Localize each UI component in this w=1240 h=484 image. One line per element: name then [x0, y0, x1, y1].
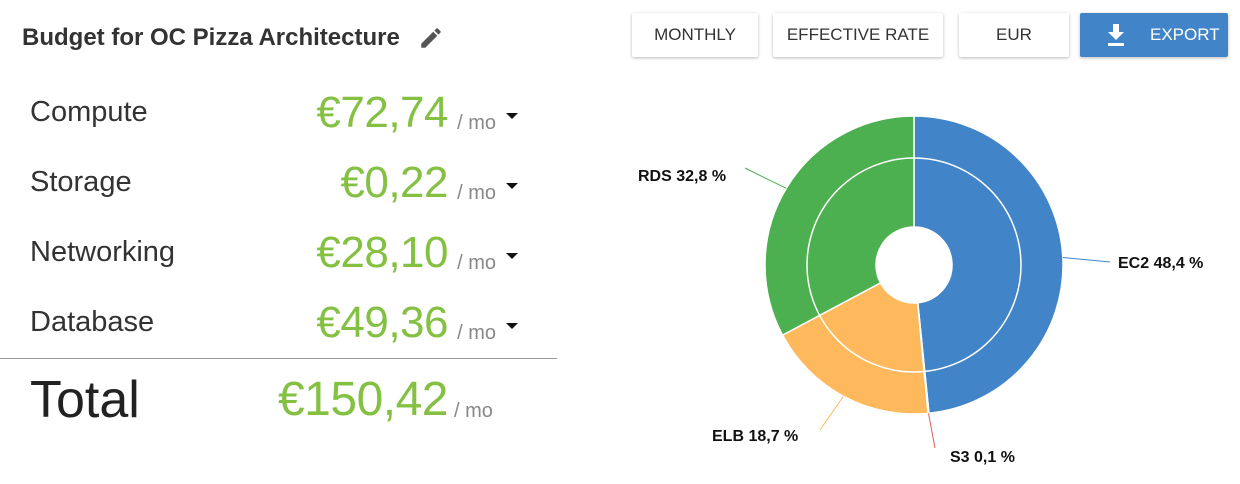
caret-down-icon[interactable]	[504, 318, 520, 334]
row-label: Networking	[30, 236, 176, 268]
export-button[interactable]: EXPORT	[1080, 13, 1228, 57]
budget-row-storage: Storage €0,22 / mo	[30, 148, 520, 218]
row-value: €28,10	[316, 228, 448, 277]
export-label: EXPORT	[1150, 25, 1220, 44]
monthly-button[interactable]: MONTHLY	[632, 13, 758, 57]
total-unit: / mo	[454, 400, 493, 422]
budget-rows: Compute €72,74 / mo Storage €0,22 / mo N…	[30, 78, 520, 358]
row-value: €49,36	[316, 298, 448, 347]
caret-down-icon[interactable]	[504, 178, 520, 194]
leader-line-elb	[819, 395, 844, 431]
row-value: €72,74	[316, 88, 448, 137]
row-unit: / mo	[457, 252, 496, 274]
row-label: Database	[30, 306, 155, 338]
page-title: Budget for OC Pizza Architecture	[22, 24, 400, 51]
leader-line-rds	[744, 167, 787, 189]
slice-label-rds: RDS 32,8 %	[638, 168, 726, 185]
row-unit: / mo	[457, 112, 496, 134]
total-value: €150,42	[277, 373, 449, 426]
caret-down-icon[interactable]	[504, 108, 520, 124]
row-label: Storage	[30, 166, 132, 198]
slice-label-elb: ELB 18,7 %	[712, 428, 798, 445]
total-divider	[0, 358, 557, 359]
budget-row-compute: Compute €72,74 / mo	[30, 78, 520, 148]
total-label: Total	[30, 371, 140, 429]
row-unit: / mo	[457, 182, 496, 204]
currency-button[interactable]: EUR	[959, 13, 1069, 57]
row-value: €0,22	[340, 158, 448, 207]
header: Budget for OC Pizza Architecture	[22, 24, 444, 52]
budget-row-networking: Networking €28,10 / mo	[30, 218, 520, 288]
row-label: Compute	[30, 96, 148, 128]
caret-down-icon[interactable]	[504, 248, 520, 264]
effective-rate-button[interactable]: EFFECTIVE RATE	[773, 13, 943, 57]
row-unit: / mo	[457, 322, 496, 344]
cost-donut-chart: EC2 48,4 % S3 0,1 % ELB 18,7 % RDS 32,8 %	[638, 115, 1203, 466]
pencil-icon[interactable]	[418, 25, 444, 51]
budget-row-database: Database €49,36 / mo	[30, 288, 520, 358]
download-icon	[1106, 24, 1126, 46]
slice-label-ec2: EC2 48,4 %	[1118, 255, 1203, 272]
leader-line-s3	[927, 413, 936, 449]
slice-label-s3: S3 0,1 %	[950, 449, 1015, 466]
leader-line-ec2	[1062, 257, 1111, 263]
